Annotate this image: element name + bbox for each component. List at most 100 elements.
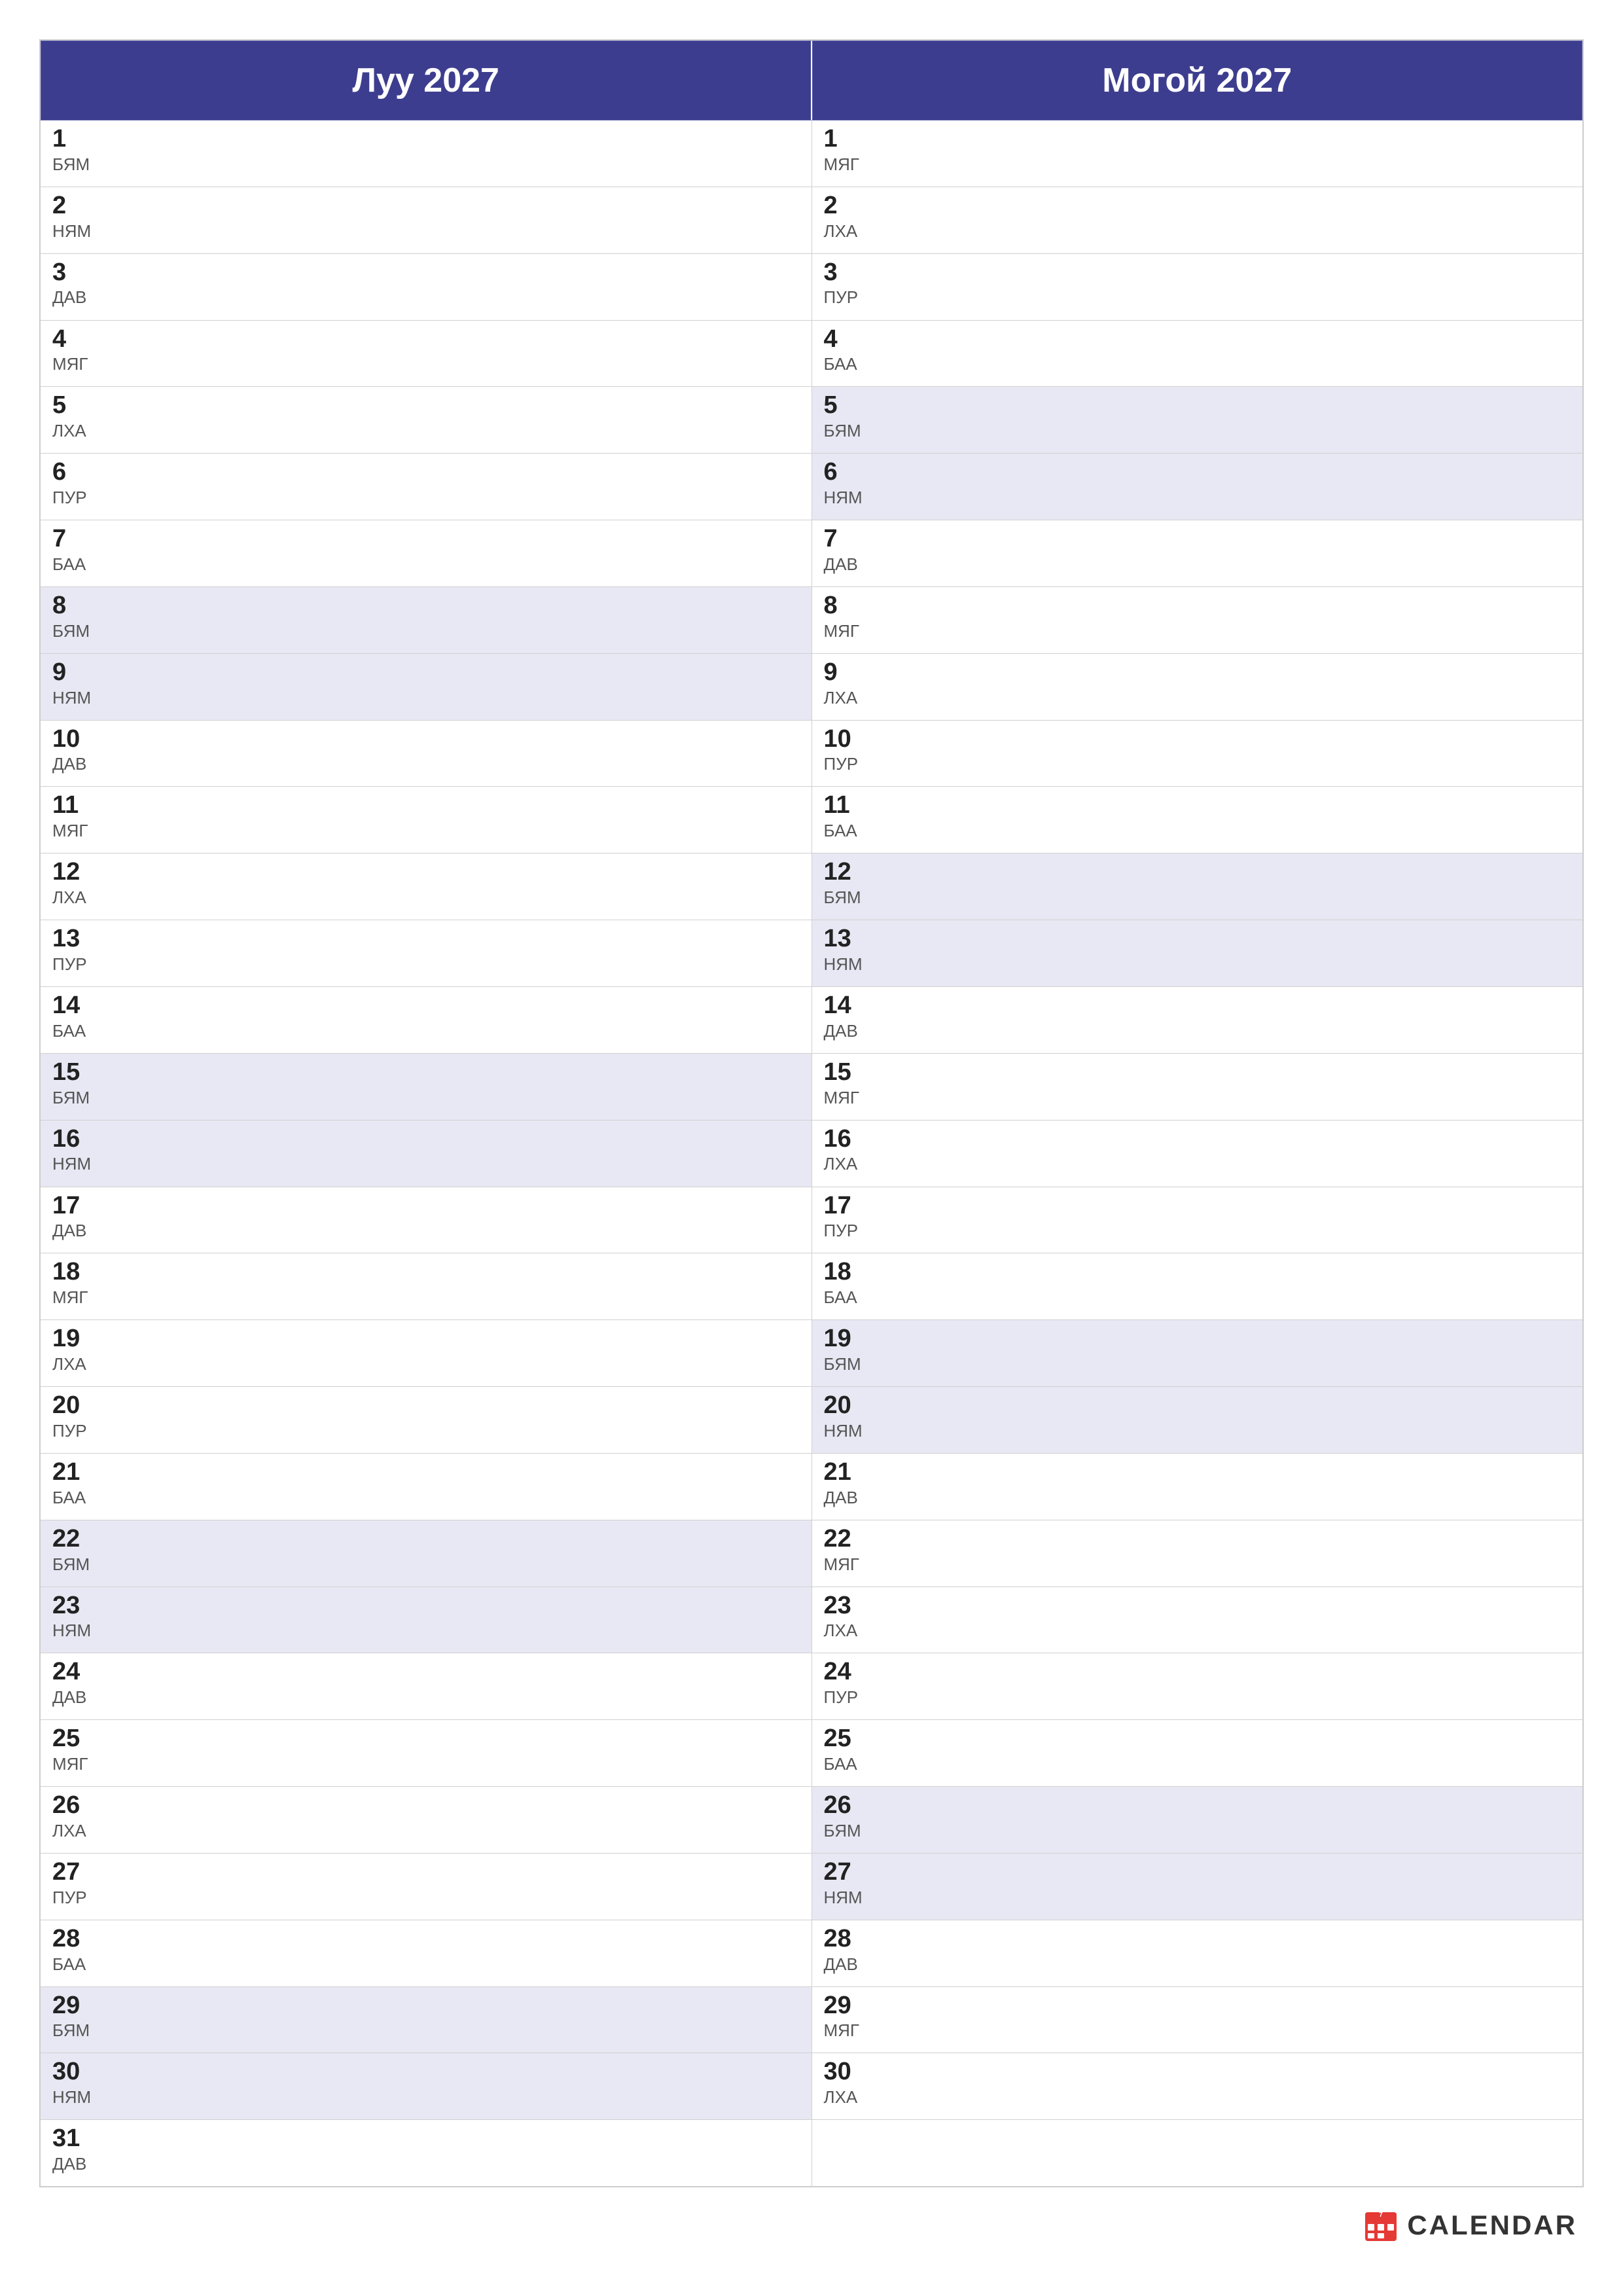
day-cell-mogoi-2: 2ЛХА: [812, 187, 1583, 253]
day-number: 25: [52, 1725, 800, 1753]
day-name: МЯГ: [52, 1287, 800, 1308]
day-cell-luu-22: 22БЯМ: [41, 1520, 812, 1587]
day-row: 21БАА21ДАВ: [41, 1454, 1582, 1520]
day-name: НЯМ: [824, 488, 1571, 508]
day-number: 10: [52, 726, 800, 753]
day-cell-luu-11: 11МЯГ: [41, 787, 812, 853]
day-cell-luu-9: 9НЯМ: [41, 654, 812, 720]
day-number: 31: [52, 2125, 800, 2153]
day-name: БАА: [824, 821, 1571, 841]
day-row: 30НЯМ30ЛХА: [41, 2053, 1582, 2120]
day-cell-mogoi-5: 5БЯМ: [812, 387, 1583, 453]
day-cell-mogoi-14: 14ДАВ: [812, 987, 1583, 1053]
day-name: ДАВ: [824, 1954, 1571, 1975]
day-number: 12: [824, 859, 1571, 886]
day-row: 24ДАВ24ПУР: [41, 1653, 1582, 1720]
day-name: МЯГ: [52, 1754, 800, 1774]
day-row: 18МЯГ18БАА: [41, 1253, 1582, 1320]
day-cell-mogoi-17: 17ПУР: [812, 1187, 1583, 1253]
day-name: ЛХА: [824, 688, 1571, 708]
day-number: 11: [824, 792, 1571, 819]
day-cell-luu-16: 16НЯМ: [41, 1121, 812, 1187]
body-rows: 1БЯМ1МЯГ2НЯМ2ЛХА3ДАВ3ПУР4МЯГ4БАА5ЛХА5БЯМ…: [41, 120, 1582, 2186]
brand-logo: 7 CALENDAR: [1363, 2207, 1577, 2244]
day-row: 22БЯМ22МЯГ: [41, 1520, 1582, 1587]
day-name: БАА: [824, 1754, 1571, 1774]
day-number: 22: [824, 1526, 1571, 1553]
day-cell-mogoi-13: 13НЯМ: [812, 920, 1583, 986]
day-name: БЯМ: [824, 1354, 1571, 1374]
day-cell-luu-2: 2НЯМ: [41, 187, 812, 253]
day-name: ДАВ: [52, 2154, 800, 2174]
day-number: 28: [824, 1926, 1571, 1953]
header-luu: Луу 2027: [41, 41, 812, 120]
day-number: 26: [52, 1792, 800, 1820]
day-row: 7БАА7ДАВ: [41, 520, 1582, 587]
day-name: ДАВ: [52, 1221, 800, 1241]
day-cell-luu-10: 10ДАВ: [41, 721, 812, 787]
day-cell-luu-13: 13ПУР: [41, 920, 812, 986]
day-row: 14БАА 14ДАВ: [41, 987, 1582, 1054]
day-name: БЯМ: [824, 1821, 1571, 1841]
day-row: 10ДАВ10 ПУР: [41, 721, 1582, 787]
day-row: 15БЯМ15МЯГ: [41, 1054, 1582, 1121]
day-number: 17: [52, 1193, 800, 1220]
day-row: 12ЛХА 12БЯМ: [41, 853, 1582, 920]
day-cell-mogoi-6: 6НЯМ: [812, 454, 1583, 520]
day-cell-luu-23: 23НЯМ: [41, 1587, 812, 1653]
calendar-grid: Луу 2027 Могой 2027 1БЯМ1МЯГ2НЯМ2ЛХА3ДАВ…: [39, 39, 1584, 2187]
day-cell-mogoi-1: 1МЯГ: [812, 120, 1583, 187]
day-name: ЛХА: [824, 2087, 1571, 2108]
day-cell-luu-15: 15БЯМ: [41, 1054, 812, 1120]
day-number: 7: [824, 526, 1571, 553]
day-name: МЯГ: [824, 621, 1571, 641]
day-name: ПУР: [52, 1888, 800, 1908]
day-number: 17: [824, 1193, 1571, 1220]
day-name: БЯМ: [824, 888, 1571, 908]
day-number: 8: [52, 592, 800, 620]
day-row: 17ДАВ17ПУР: [41, 1187, 1582, 1254]
day-number: 29: [52, 1992, 800, 2020]
day-number: 21: [52, 1459, 800, 1486]
day-number: 16: [824, 1126, 1571, 1153]
day-row: 26ЛХА26БЯМ: [41, 1787, 1582, 1854]
day-number: 4: [52, 326, 800, 353]
day-cell-mogoi-20: 20НЯМ: [812, 1387, 1583, 1453]
day-cell-mogoi-8: 8МЯГ: [812, 587, 1583, 653]
day-name: БАА: [52, 1954, 800, 1975]
day-cell-luu-27: 27ПУР: [41, 1854, 812, 1920]
day-name: БЯМ: [52, 154, 800, 175]
day-number: 24: [824, 1659, 1571, 1686]
day-name: МЯГ: [824, 2020, 1571, 2041]
day-name: БЯМ: [52, 2020, 800, 2041]
day-number: 24: [52, 1659, 800, 1686]
day-number: 27: [824, 1859, 1571, 1886]
day-number: 13: [52, 925, 800, 953]
day-cell-luu-4: 4МЯГ: [41, 321, 812, 387]
day-name: МЯГ: [824, 1088, 1571, 1108]
day-name: МЯГ: [824, 154, 1571, 175]
day-name: БАА: [52, 1021, 800, 1041]
day-name: ДАВ: [824, 554, 1571, 575]
day-cell-luu-21: 21БАА: [41, 1454, 812, 1520]
day-name: ЛХА: [824, 1621, 1571, 1641]
day-cell-mogoi-4: 4БАА: [812, 321, 1583, 387]
day-name: ПУР: [824, 754, 1571, 774]
day-cell-mogoi-22: 22МЯГ: [812, 1520, 1583, 1587]
day-cell-mogoi-28: 28ДАВ: [812, 1920, 1583, 1986]
day-number: 9: [824, 659, 1571, 687]
day-cell-mogoi-9: 9ЛХА: [812, 654, 1583, 720]
header-mogoi: Могой 2027: [812, 41, 1583, 120]
day-number: 20: [52, 1392, 800, 1420]
brand-text: CALENDAR: [1407, 2210, 1577, 2241]
day-cell-luu-12: 12ЛХА: [41, 853, 812, 920]
day-cell-luu-18: 18МЯГ: [41, 1253, 812, 1319]
svg-text:7: 7: [1380, 2212, 1383, 2219]
day-cell-luu-3: 3ДАВ: [41, 254, 812, 320]
day-row: 13ПУР13НЯМ: [41, 920, 1582, 987]
day-name: НЯМ: [52, 1154, 800, 1174]
day-cell-mogoi-3: 3ПУР: [812, 254, 1583, 320]
day-number: 14: [52, 992, 800, 1020]
day-name: БЯМ: [52, 1554, 800, 1575]
day-number: 2: [52, 192, 800, 220]
